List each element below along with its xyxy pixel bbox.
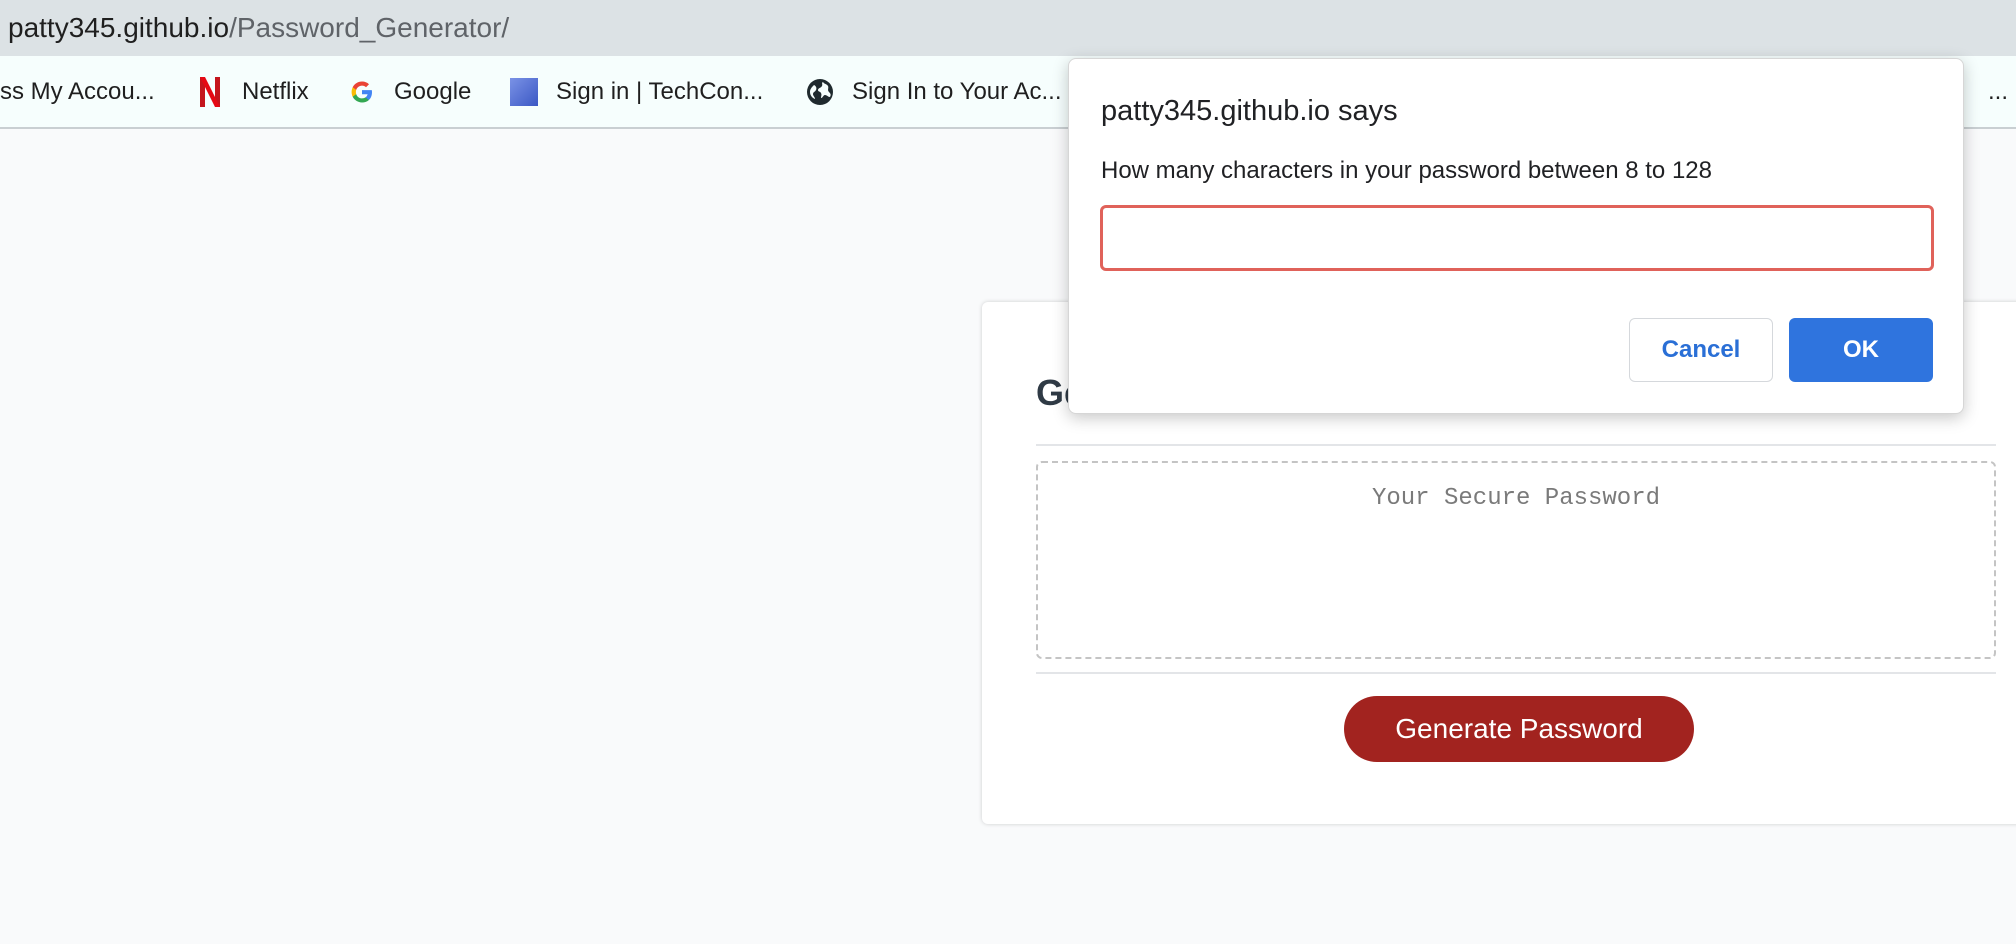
address-bar[interactable]: patty345.github.io/Password_Generator/ xyxy=(0,0,2016,56)
url-path: /Password_Generator/ xyxy=(229,12,510,43)
bookmark-label: ss My Accou... xyxy=(0,77,155,105)
cancel-button[interactable]: Cancel xyxy=(1629,318,1773,382)
url-host: patty345.github.io xyxy=(8,12,230,43)
prompt-dialog: patty345.github.io says How many charact… xyxy=(1068,58,1964,414)
dialog-message: How many characters in your password bet… xyxy=(1101,157,1712,184)
password-length-input[interactable] xyxy=(1100,205,1934,271)
bookmark-signin[interactable]: Sign In to Your Ac... xyxy=(806,56,1061,127)
dialog-title: patty345.github.io says xyxy=(1101,95,1398,127)
bookmark-account[interactable]: ss My Accou... xyxy=(0,56,155,127)
techcon-icon xyxy=(510,77,538,106)
header-divider xyxy=(1036,444,1996,446)
bookmark-label: Netflix xyxy=(242,77,309,105)
password-placeholder: Your Secure Password xyxy=(1371,485,1661,512)
footer-divider xyxy=(1036,672,1996,674)
globe-icon xyxy=(806,78,834,106)
bookmark-google[interactable]: Google xyxy=(348,56,471,127)
google-icon xyxy=(348,78,376,106)
bookmark-label: Sign in | TechCon... xyxy=(556,77,764,105)
bookmark-netflix[interactable]: Netflix xyxy=(196,56,309,127)
bookmark-label: Google xyxy=(394,77,472,105)
bookmark-techcon[interactable]: Sign in | TechCon... xyxy=(510,56,763,127)
netflix-icon xyxy=(196,76,224,107)
generate-password-button[interactable]: Generate Password xyxy=(1344,696,1694,762)
bookmark-overflow[interactable]: ... xyxy=(1988,56,2016,127)
bookmark-label: Sign In to Your Ac... xyxy=(852,77,1062,105)
bookmark-label: ... xyxy=(1987,77,2008,105)
password-output[interactable]: Your Secure Password xyxy=(1036,461,1996,659)
ok-button[interactable]: OK xyxy=(1789,318,1933,382)
